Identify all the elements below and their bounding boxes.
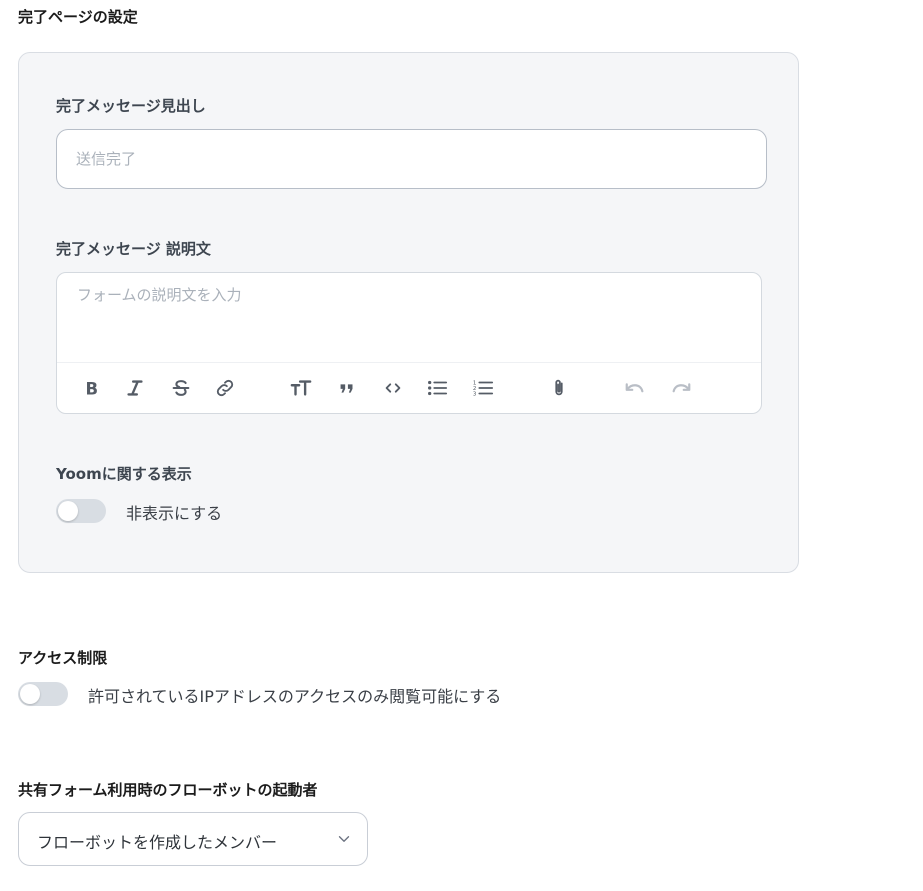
access-section-title: アクセス制限 — [18, 649, 108, 667]
ip-restriction-toggle-label: 許可されているIPアドレスのアクセスのみ閲覧可能にする — [88, 687, 502, 706]
redo-icon — [672, 383, 691, 393]
strikethrough-icon — [172, 380, 190, 396]
code-button[interactable] — [379, 374, 407, 402]
chevron-down-icon — [338, 836, 350, 842]
bold-icon: B — [86, 379, 99, 398]
description-editor: フォームの説明文を入力 B 123 — [56, 272, 762, 414]
ip-restriction-toggle[interactable] — [18, 682, 68, 706]
code-icon — [385, 383, 401, 393]
italic-icon — [127, 380, 143, 396]
bold-button[interactable]: B — [77, 374, 105, 402]
strikethrough-button[interactable] — [167, 374, 195, 402]
undo-button[interactable] — [621, 374, 649, 402]
link-button[interactable] — [211, 374, 239, 402]
numbered-list-button[interactable]: 123 — [469, 374, 497, 402]
svg-text:3: 3 — [473, 391, 477, 397]
text-size-icon — [290, 380, 312, 396]
description-field-label: 完了メッセージ 説明文 — [56, 240, 211, 258]
svg-text:B: B — [86, 379, 99, 398]
italic-button[interactable] — [121, 374, 149, 402]
heading-input[interactable] — [56, 129, 767, 189]
bullet-list-button[interactable] — [423, 374, 451, 402]
toggle-knob — [20, 684, 40, 704]
completion-section-title: 完了ページの設定 — [18, 8, 138, 26]
bullet-list-icon — [428, 380, 448, 396]
link-icon — [216, 379, 234, 397]
quote-icon — [340, 384, 353, 393]
yoom-hide-toggle[interactable] — [56, 499, 106, 523]
redo-button[interactable] — [667, 374, 695, 402]
yoom-hide-toggle-label: 非表示にする — [126, 504, 223, 523]
attachment-button[interactable] — [545, 374, 573, 402]
launcher-section-title: 共有フォーム利用時のフローボットの起動者 — [18, 781, 318, 799]
numbered-list-icon: 123 — [473, 380, 494, 397]
launcher-select-value: フローボットを作成したメンバー — [37, 833, 278, 852]
text-size-button[interactable] — [287, 374, 315, 402]
quote-button[interactable] — [333, 374, 361, 402]
description-editor-input[interactable]: フォームの説明文を入力 — [57, 273, 761, 363]
launcher-select[interactable]: フローボットを作成したメンバー — [18, 812, 368, 866]
yoom-display-label: Yoomに関する表示 — [56, 465, 192, 483]
attachment-icon — [555, 379, 563, 396]
undo-icon — [625, 383, 644, 393]
toggle-knob — [58, 501, 78, 521]
heading-field-label: 完了メッセージ見出し — [56, 97, 206, 115]
